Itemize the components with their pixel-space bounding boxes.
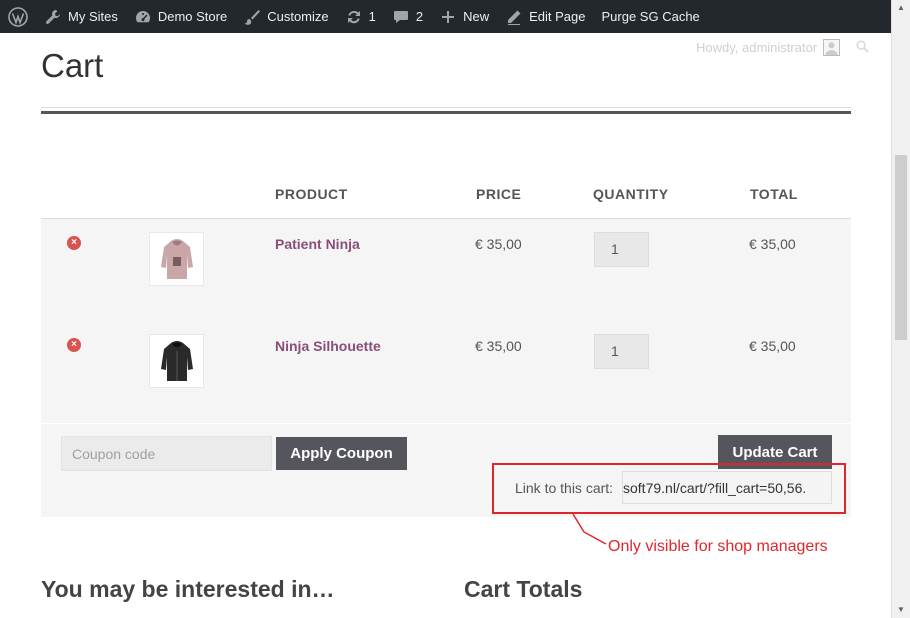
adminbar-edit-page[interactable]: Edit Page — [497, 0, 593, 33]
adminbar-purge-cache[interactable]: Purge SG Cache — [594, 0, 708, 33]
apply-coupon-button[interactable]: Apply Coupon — [276, 437, 407, 470]
wordpress-logo-icon[interactable] — [0, 0, 36, 33]
scrollbar-thumb[interactable] — [895, 155, 907, 340]
adminbar-label: My Sites — [68, 9, 118, 24]
avatar — [823, 39, 841, 56]
adminbar-new[interactable]: New — [431, 0, 497, 33]
column-header-product: PRODUCT — [275, 186, 348, 202]
column-header-total: TOTAL — [750, 186, 798, 202]
dashboard-icon — [134, 8, 152, 26]
page-title: Cart — [41, 47, 104, 84]
scroll-up-arrow-icon[interactable]: ▲ — [892, 0, 910, 16]
plus-icon — [439, 8, 457, 26]
cart-row: × Ninja Silhouette € 35,00 1 € 35,00 — [41, 321, 851, 423]
cart-link-label: Link to this cart: — [515, 480, 614, 496]
remove-item-icon[interactable]: × — [67, 338, 81, 352]
comment-icon — [392, 8, 410, 26]
adminbar-label: 1 — [368, 9, 376, 24]
update-cart-button[interactable]: Update Cart — [718, 435, 832, 469]
hoodie-image — [160, 341, 193, 381]
adminbar-label: Edit Page — [529, 9, 586, 24]
adminbar-customize[interactable]: Customize — [235, 0, 336, 33]
howdy-text: Howdy, administrator — [696, 40, 818, 55]
coupon-code-input[interactable] — [61, 436, 272, 471]
remove-item-icon[interactable]: × — [67, 236, 81, 250]
adminbar-label: 2 — [415, 9, 424, 24]
pencil-icon — [505, 8, 523, 26]
product-price: € 35,00 — [475, 338, 522, 354]
annotation-text: Only visible for shop managers — [608, 538, 828, 555]
title-divider-thick — [41, 111, 851, 114]
account-menu[interactable]: Howdy, administrator — [696, 39, 869, 56]
column-header-quantity: QUANTITY — [593, 186, 669, 202]
adminbar-updates[interactable]: 1 — [337, 0, 384, 33]
product-thumbnail[interactable] — [149, 334, 204, 388]
cart-row: × Patient Ninja € 35,00 1 € 35,00 — [41, 219, 851, 321]
cart-totals-heading: Cart Totals — [464, 576, 583, 602]
wrench-icon — [44, 8, 62, 26]
vertical-scrollbar[interactable]: ▲ ▼ — [891, 0, 910, 618]
product-price: € 35,00 — [475, 236, 522, 252]
cart-link-field[interactable] — [622, 471, 832, 504]
scroll-down-arrow-icon[interactable]: ▼ — [892, 602, 910, 618]
adminbar-label: Demo Store — [157, 9, 228, 24]
quantity-input[interactable]: 1 — [594, 334, 649, 369]
cart-actions: Apply Coupon Update Cart Link to this ca… — [41, 424, 851, 517]
adminbar-label: Customize — [267, 9, 329, 24]
adminbar-label: Purge SG Cache — [601, 9, 700, 24]
product-thumbnail[interactable] — [149, 232, 204, 286]
adminbar-my-sites[interactable]: My Sites — [36, 0, 126, 33]
search-icon[interactable] — [856, 39, 869, 56]
adminbar-comments[interactable]: 2 — [384, 0, 431, 33]
admin-bar: My Sites Demo Store Customize 1 2 New Ed… — [0, 0, 891, 33]
product-subtotal: € 35,00 — [749, 236, 796, 252]
column-header-price: PRICE — [476, 186, 522, 202]
title-divider — [41, 107, 851, 108]
refresh-icon — [345, 8, 363, 26]
hoodie-image — [160, 239, 193, 279]
product-link[interactable]: Patient Ninja — [275, 236, 360, 252]
adminbar-site-name[interactable]: Demo Store — [126, 0, 235, 33]
product-link[interactable]: Ninja Silhouette — [275, 338, 381, 354]
product-subtotal: € 35,00 — [749, 338, 796, 354]
cross-sells-heading: You may be interested in… — [41, 576, 335, 602]
quantity-input[interactable]: 1 — [594, 232, 649, 267]
adminbar-label: New — [463, 9, 490, 24]
brush-icon — [243, 8, 261, 26]
